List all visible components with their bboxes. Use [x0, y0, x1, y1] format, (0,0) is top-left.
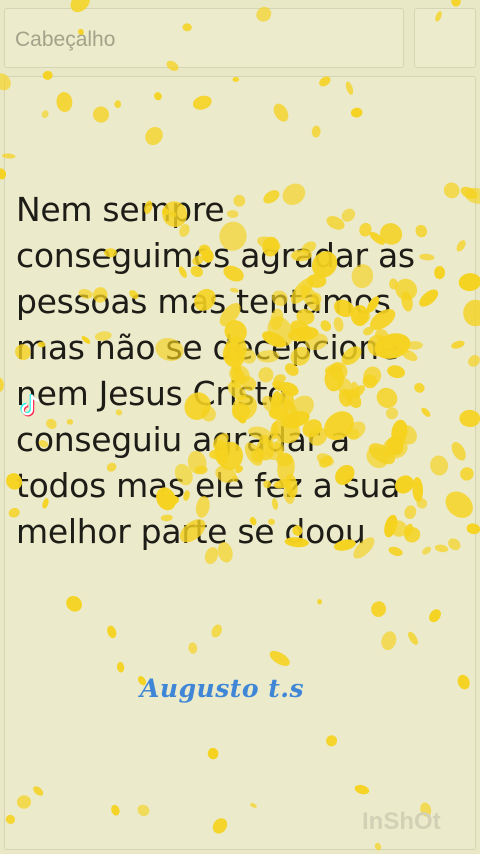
note-body-text: Nem sempre conseguimos agradar as pessoa…	[16, 190, 415, 551]
note-editor-screen: Cabeçalho Nem sempre conseguimos agradar…	[0, 0, 480, 854]
header-placeholder: Cabeçalho	[15, 28, 116, 51]
confetti-particle	[451, 0, 461, 7]
signature: Augusto t.s	[140, 674, 305, 703]
header-input[interactable]: Cabeçalho	[4, 8, 404, 68]
header-side-button[interactable]	[414, 8, 476, 68]
watermark: InShOt	[362, 808, 441, 835]
tiktok-icon	[20, 394, 40, 417]
